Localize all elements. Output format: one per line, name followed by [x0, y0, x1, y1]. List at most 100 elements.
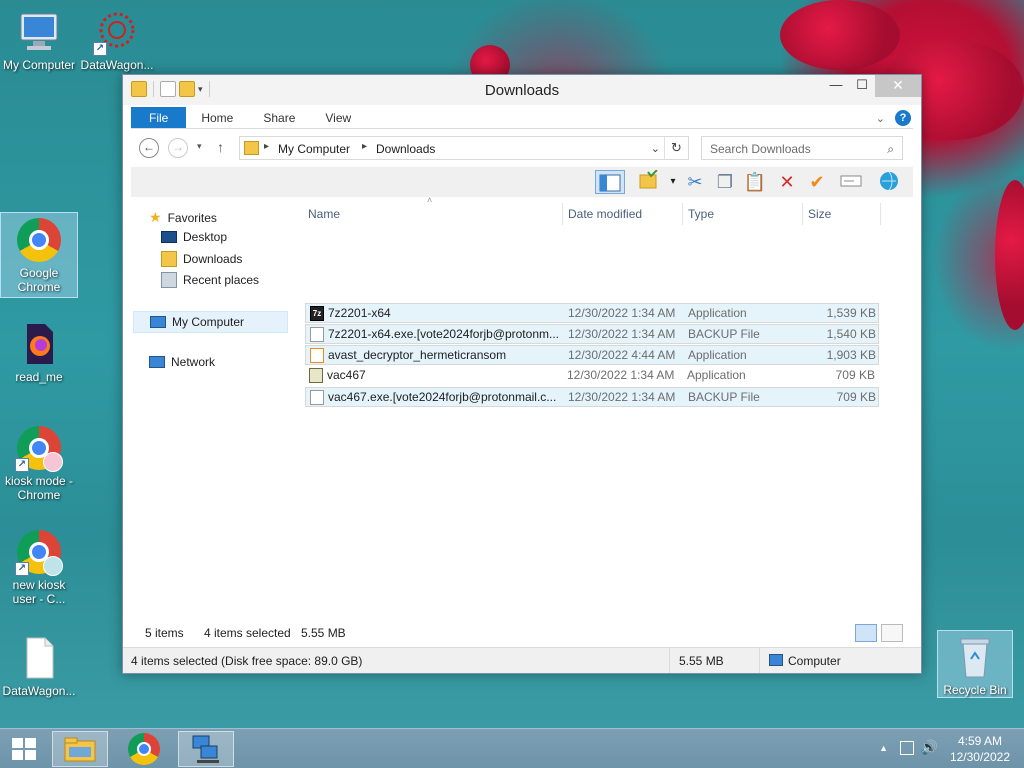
file-row[interactable]: 7z2201-x64.exe.[vote2024forjb@protonm...… — [305, 324, 879, 344]
nav-recent-places[interactable]: Recent places — [161, 272, 259, 288]
rename-icon[interactable] — [839, 170, 863, 194]
nav-network[interactable]: Network — [149, 355, 215, 369]
nav-desktop[interactable]: Desktop — [161, 230, 227, 244]
file-row[interactable]: avast_decryptor_hermeticransom 12/30/202… — [305, 345, 879, 365]
maximize-button[interactable]: ☐ — [849, 75, 875, 97]
command-toolbar: ▾ ✂ ❐ 📋 ✕ ✔ — [131, 167, 913, 197]
desktop-icon-datawagon[interactable]: ↗ DataWagon... — [78, 8, 156, 72]
status-detail: 4 items selected (Disk free space: 89.0 … — [131, 654, 363, 668]
up-arrow-icon[interactable]: ↑ — [217, 139, 224, 155]
title-bar[interactable]: ▾ Downloads — ☐ ✕ — [123, 75, 921, 105]
clock-time: 4:59 AM — [957, 734, 1002, 748]
help-icon[interactable]: ? — [895, 110, 911, 126]
tab-home[interactable]: Home — [186, 107, 248, 128]
computer-icon — [15, 8, 63, 56]
shortcut-arrow-icon: ↗ — [93, 42, 107, 56]
chevron-down-icon[interactable]: ▾ — [661, 170, 685, 194]
column-type[interactable]: Type — [683, 203, 803, 225]
item-count: 5 items — [145, 626, 184, 640]
large-icons-view-icon[interactable] — [881, 624, 903, 642]
forward-button[interactable]: → — [168, 138, 188, 158]
application-icon — [309, 368, 323, 383]
chevron-right-icon[interactable]: ▸ — [264, 141, 269, 152]
column-name[interactable]: Name — [303, 203, 563, 225]
checkmark-icon[interactable]: ✔ — [805, 170, 829, 194]
start-button[interactable] — [0, 731, 48, 767]
preview-pane-icon[interactable] — [595, 170, 625, 194]
tab-share[interactable]: Share — [248, 107, 310, 128]
file-row[interactable]: vac467 12/30/2022 1:34 AM Application 70… — [305, 366, 879, 386]
breadcrumb-downloads[interactable]: Downloads — [376, 142, 435, 156]
back-button[interactable]: ← — [139, 138, 159, 158]
nav-label: Desktop — [183, 230, 228, 244]
refresh-icon[interactable]: ↻ — [664, 137, 688, 159]
web-icon[interactable] — [877, 170, 901, 194]
tab-view[interactable]: View — [310, 107, 366, 128]
shortcut-arrow-icon: ↗ — [15, 458, 29, 472]
close-button[interactable]: ✕ — [875, 75, 921, 97]
navigation-bar: ← → ▾ ↑ ▸ My Computer ▸ Downloads ⌄ ↻ Se… — [131, 134, 913, 162]
chevron-down-icon[interactable]: ⌄ — [876, 112, 885, 125]
desktop-icon-datawagon-file[interactable]: DataWagon... — [0, 634, 78, 698]
nav-favorites[interactable]: ★ Favorites — [149, 209, 217, 226]
paste-icon[interactable]: 📋 — [743, 170, 767, 194]
volume-icon[interactable]: 🔊 — [921, 739, 938, 756]
windows-logo-icon — [12, 738, 36, 760]
desktop-icon-read-me[interactable]: read_me — [0, 320, 78, 384]
computer-icon — [150, 316, 166, 328]
separator — [759, 647, 760, 673]
desktop-icon-label: Google Chrome — [17, 266, 61, 294]
details-status-bar: 4 items selected (Disk free space: 89.0 … — [123, 647, 921, 673]
taskbar-chrome[interactable] — [116, 731, 172, 767]
delete-icon[interactable]: ✕ — [775, 170, 799, 194]
system-clock[interactable]: 4:59 AM 12/30/2022 — [950, 733, 1010, 765]
nav-label: Network — [171, 355, 216, 369]
column-date-modified[interactable]: Date modified — [563, 203, 683, 225]
details-view-icon[interactable] — [855, 624, 877, 642]
tab-file[interactable]: File — [131, 107, 187, 128]
datawagon-logo-icon: ↗ — [93, 8, 141, 56]
nav-my-computer[interactable]: My Computer — [133, 311, 288, 333]
avast-app-icon — [310, 348, 324, 363]
breadcrumb-my-computer[interactable]: My Computer — [278, 142, 350, 156]
copy-icon[interactable]: ❐ — [713, 170, 737, 194]
shortcut-arrow-icon: ↗ — [15, 562, 29, 576]
desktop-icon-new-kiosk-user[interactable]: ↗ new kiosk user - C... — [0, 528, 78, 606]
clock-date: 12/30/2022 — [949, 750, 1010, 764]
item-status-bar: 5 items 4 items selected 5.55 MB — [131, 623, 913, 643]
desktop-icon-google-chrome[interactable]: Google Chrome — [0, 212, 78, 298]
search-input[interactable]: Search Downloads ⌕ — [701, 136, 903, 160]
nav-downloads[interactable]: Downloads — [161, 251, 242, 267]
chrome-icon: ↗ — [15, 424, 63, 472]
recent-locations-icon[interactable]: ▾ — [197, 141, 202, 152]
search-icon[interactable]: ⌕ — [887, 142, 894, 157]
show-hidden-icons-icon[interactable]: ▲ — [879, 743, 888, 753]
desktop-icon-label: My Computer — [2, 58, 76, 72]
desktop-icon-label: kiosk mode - Chrome — [4, 474, 74, 502]
folder-options-icon[interactable] — [637, 169, 661, 194]
firefox-document-icon — [15, 320, 63, 368]
desktop-icon-my-computer[interactable]: My Computer — [0, 8, 78, 72]
explorer-window[interactable]: ▾ Downloads — ☐ ✕ File Home Share View ⌄… — [122, 74, 922, 674]
star-icon: ★ — [149, 209, 162, 225]
chevron-right-icon[interactable]: ▸ — [362, 141, 367, 152]
cut-icon[interactable]: ✂ — [683, 170, 707, 194]
column-size[interactable]: Size — [803, 203, 881, 225]
ribbon-tabs: File Home Share View ⌄ ? — [131, 107, 913, 129]
taskbar: ▲ 🔊 4:59 AM 12/30/2022 — [0, 728, 1024, 768]
chrome-icon: ↗ — [15, 528, 63, 576]
minimize-button[interactable]: — — [823, 75, 849, 97]
folder-icon — [244, 141, 259, 155]
file-row[interactable]: 7z 7z2201-x64 12/30/2022 1:34 AM Applica… — [305, 303, 879, 323]
desktop-icon-kiosk-mode-chrome[interactable]: ↗ kiosk mode - Chrome — [0, 424, 78, 502]
taskbar-network-app[interactable] — [178, 731, 234, 767]
recent-places-icon — [161, 272, 177, 288]
chevron-down-icon[interactable]: ⌄ — [651, 142, 660, 155]
desktop-icon-recycle-bin[interactable]: Recycle Bin — [937, 630, 1013, 698]
network-status-icon[interactable] — [900, 741, 914, 755]
file-row[interactable]: vac467.exe.[vote2024forjb@protonmail.c..… — [305, 387, 879, 407]
address-bar[interactable]: ▸ My Computer ▸ Downloads ⌄ ↻ — [239, 136, 689, 160]
taskbar-file-explorer[interactable] — [52, 731, 108, 767]
desktop-icon-label: DataWagon... — [80, 58, 154, 72]
folder-icon — [64, 737, 96, 762]
